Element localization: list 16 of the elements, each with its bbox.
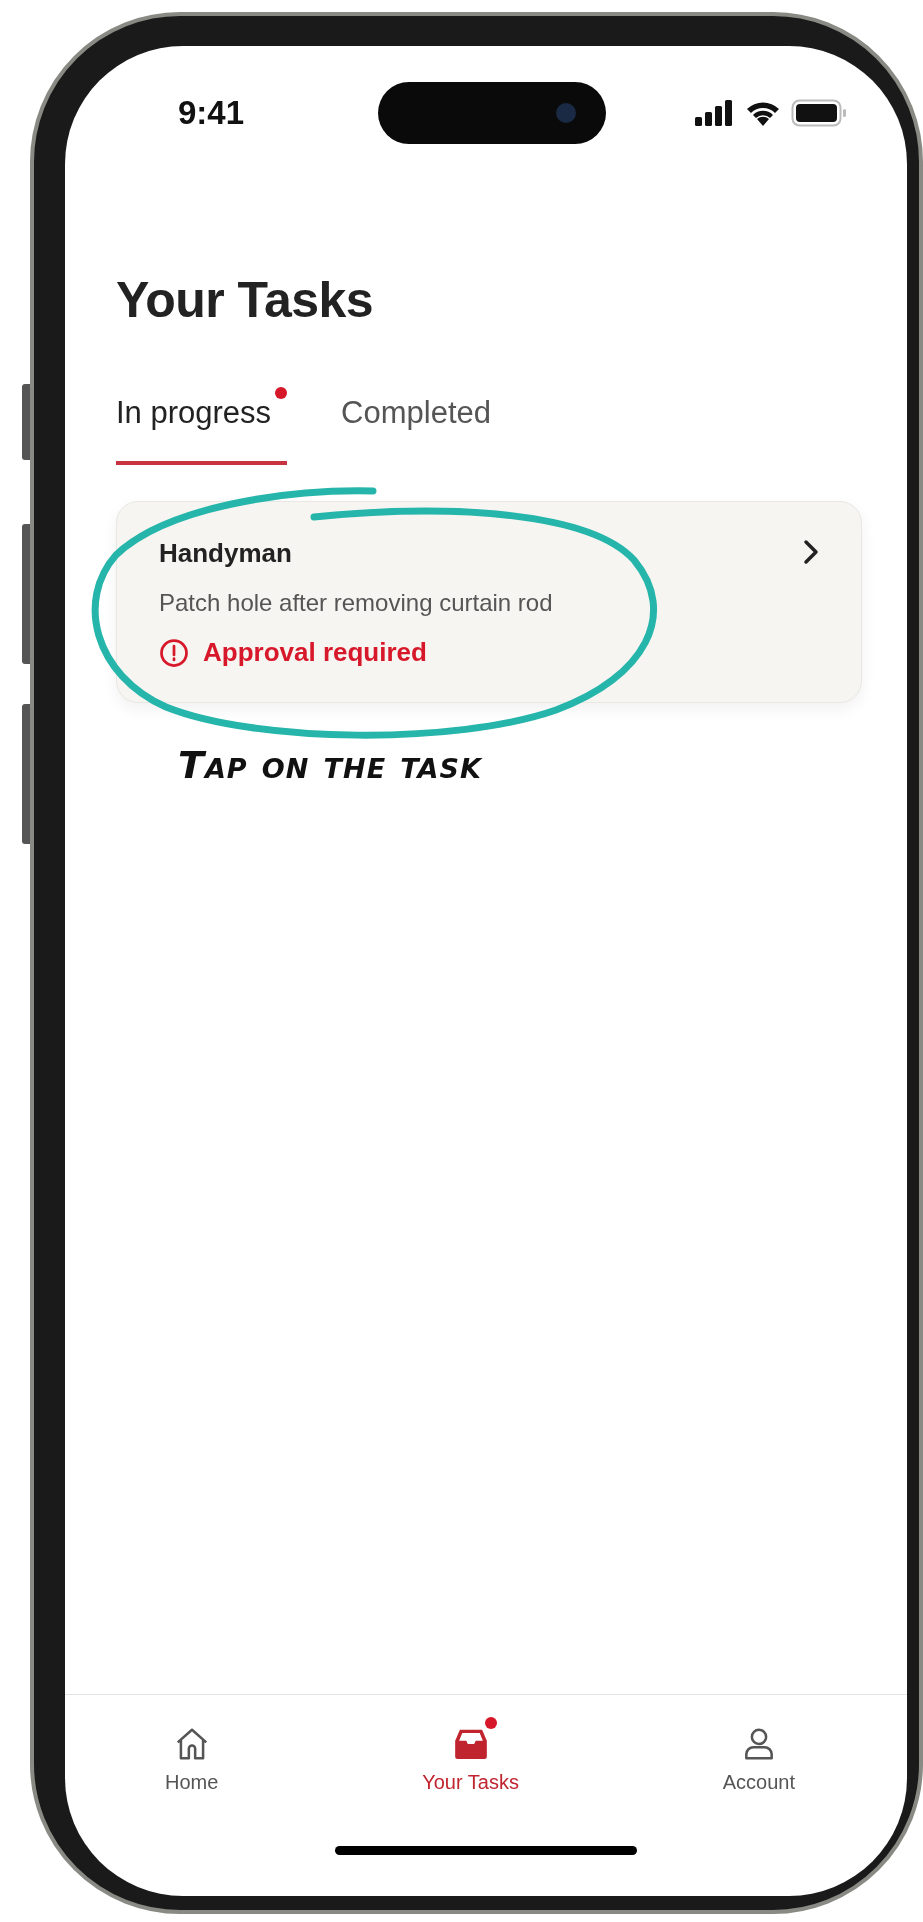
task-title: Handyman (159, 538, 293, 569)
task-description: Patch hole after removing curtain rod (159, 589, 553, 617)
nav-item[interactable]: Account (722, 1717, 795, 1794)
handwritten-note: Tap on the task (178, 743, 483, 787)
task-card[interactable]: Handyman Patch hole after removing curtain rod Approval required (116, 501, 862, 703)
camera-lens (555, 102, 576, 123)
nav-item[interactable]: Your Tasks (422, 1717, 519, 1794)
tab[interactable]: In progress (116, 385, 288, 465)
tab[interactable]: Completed (341, 385, 507, 465)
signal-icon (695, 99, 735, 126)
battery-icon (791, 98, 847, 127)
task-status: Approval required (203, 637, 427, 668)
page-title: Your Tasks (116, 271, 375, 329)
nav-item[interactable]: Home (165, 1717, 219, 1794)
chevron-right-icon (801, 538, 821, 566)
status-time: 9:41 (178, 93, 246, 132)
